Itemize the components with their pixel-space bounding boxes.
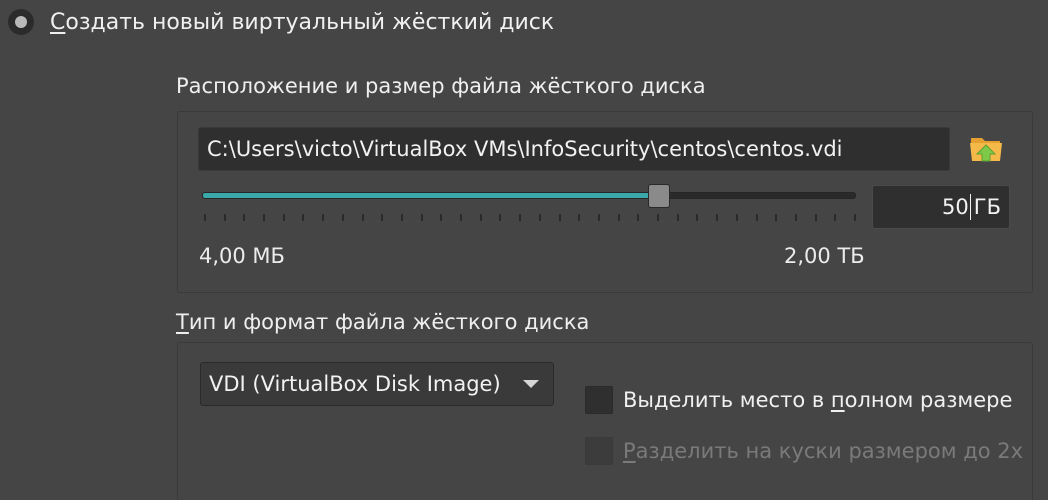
slider-tick (597, 214, 600, 221)
slider-tick (775, 214, 778, 221)
preallocate-checkbox[interactable] (585, 386, 613, 414)
text-caret (969, 194, 971, 220)
slider-tick (243, 214, 246, 221)
disk-format-value: VDI (VirtualBox Disk Image) (209, 372, 501, 396)
slider-tick (479, 214, 482, 221)
slider-tick (282, 214, 285, 221)
slider-tick (322, 214, 325, 221)
split-label: Разделить на куски размером до 2х (623, 439, 1024, 463)
slider-tick (735, 214, 738, 221)
slider-tick (400, 214, 403, 221)
slider-tick (204, 214, 206, 221)
disk-size-value: 50 (942, 195, 969, 219)
slider-tick (834, 214, 837, 221)
preallocate-label: Выделить место в полном размере (623, 388, 1013, 412)
slider-tick (381, 214, 384, 221)
preallocate-option[interactable]: Выделить место в полном размере (585, 386, 1012, 414)
slider-tick (558, 214, 561, 221)
location-section-title: Расположение и размер файла жёсткого дис… (176, 74, 706, 98)
slider-tick (637, 214, 640, 221)
disk-format-select[interactable]: VDI (VirtualBox Disk Image) (200, 362, 554, 406)
slider-tick (460, 214, 463, 221)
folder-up-icon (970, 138, 1002, 162)
slider-tick (263, 214, 266, 221)
split-checkbox (585, 437, 613, 465)
slider-tick (302, 214, 305, 221)
slider-tick (223, 214, 226, 221)
slider-tick (794, 214, 797, 221)
radio-button-indicator[interactable] (8, 9, 34, 35)
create-new-disk-label: Создать новый виртуальный жёсткий диск (50, 9, 555, 35)
choose-location-button[interactable] (966, 128, 1006, 168)
slider-tick (538, 214, 541, 221)
slider-tick (578, 214, 581, 221)
slider-tick (440, 214, 443, 221)
slider-fill (203, 193, 660, 198)
create-new-disk-radio[interactable]: Создать новый виртуальный жёсткий диск (8, 4, 554, 40)
disk-size-unit: ГБ (973, 195, 1001, 219)
disk-size-slider[interactable] (200, 184, 858, 208)
chevron-down-icon (523, 380, 539, 388)
disk-size-input[interactable]: 50 ГБ (872, 185, 1010, 229)
size-max-label: 2,00 ТБ (784, 244, 865, 268)
slider-tick (676, 214, 679, 221)
slider-tick (657, 214, 660, 221)
slider-handle[interactable] (648, 184, 671, 208)
slider-tick (499, 214, 502, 221)
slider-tick (617, 214, 620, 221)
slider-ticks (200, 214, 858, 222)
slider-tick (814, 214, 817, 221)
virtual-disk-panel: Создать новый виртуальный жёсткий диск Р… (0, 0, 1048, 500)
split-option: Разделить на куски размером до 2х (585, 437, 1023, 465)
slider-tick (519, 214, 522, 221)
slider-tick (420, 214, 423, 221)
disk-path-input[interactable]: C:\Users\victo\VirtualBox VMs\InfoSecuri… (198, 127, 950, 171)
slider-tick (341, 214, 344, 221)
radio-selected-dot (15, 16, 27, 28)
slider-tick (361, 214, 364, 221)
slider-tick (696, 214, 699, 221)
type-section-title: Тип и формат файла жёсткого диска (176, 310, 590, 334)
slider-tick (854, 214, 856, 221)
slider-tick (755, 214, 758, 221)
slider-tick (716, 214, 719, 221)
size-min-label: 4,00 МБ (199, 244, 285, 268)
